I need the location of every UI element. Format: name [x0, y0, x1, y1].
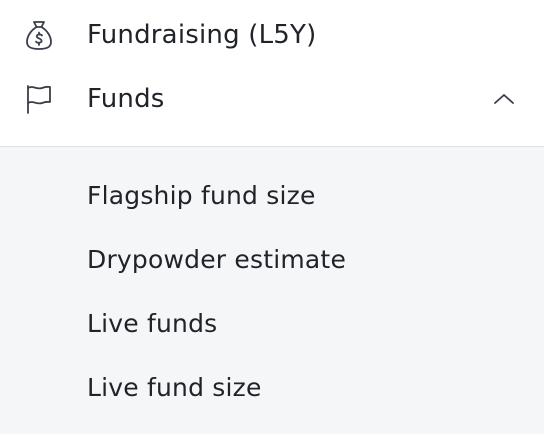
funds-submenu: Flagship fund size Drypowder estimate Li…	[0, 146, 544, 434]
flag-icon	[22, 82, 56, 116]
submenu-item-live-funds[interactable]: Live funds	[87, 302, 217, 346]
submenu-item-flagship-fund-size[interactable]: Flagship fund size	[87, 174, 316, 218]
submenu-item-live-fund-size[interactable]: Live fund size	[87, 366, 262, 410]
nav-item-fundraising[interactable]: Fundraising (L5Y)	[0, 3, 544, 67]
nav-item-funds[interactable]: Funds	[0, 67, 544, 131]
nav-item-label: Fundraising (L5Y)	[87, 20, 317, 50]
chevron-up-icon[interactable]	[492, 87, 516, 111]
nav-item-label: Funds	[87, 84, 165, 114]
sidebar-nav: Fundraising (L5Y) Funds Flagship fund si…	[0, 0, 544, 434]
submenu-item-drypowder-estimate[interactable]: Drypowder estimate	[87, 238, 346, 282]
money-bag-icon	[22, 18, 56, 52]
